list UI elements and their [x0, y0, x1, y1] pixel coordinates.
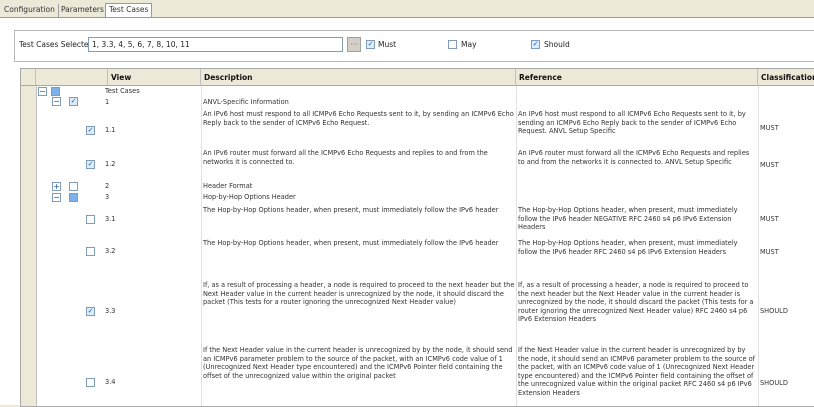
- tab-parameters[interactable]: Parameters: [58, 4, 108, 17]
- collapse-icon[interactable]: −: [52, 193, 61, 202]
- row-classification: MUST: [760, 124, 779, 132]
- tree-column-header: [36, 69, 108, 86]
- row-description: An IPv6 host must respond to all ICMPv6 …: [203, 110, 514, 127]
- row-checkbox[interactable]: ✓: [86, 160, 95, 169]
- row-checkbox[interactable]: [86, 378, 95, 387]
- row-view: Test Cases: [105, 87, 140, 95]
- row-checkbox[interactable]: [69, 193, 78, 202]
- may-checkbox[interactable]: [448, 40, 457, 49]
- row-view: 3: [105, 193, 110, 201]
- row-checkbox[interactable]: ✓: [69, 97, 78, 106]
- row-reference: An IPv6 host must respond to all ICMPv6 …: [518, 110, 746, 136]
- row-checkbox[interactable]: [69, 182, 78, 191]
- row-reference: The Hop-by-Hop Options header, when pres…: [518, 239, 738, 256]
- test-case-tree-grid: View Description Reference Classificatio…: [20, 68, 814, 407]
- row-classification: SHOULD: [760, 379, 788, 387]
- row-header-corner: [21, 69, 36, 86]
- row-description: If the Next Header value in the current …: [203, 346, 513, 380]
- column-divider: [201, 86, 202, 406]
- row-reference: If the Next Header value in the current …: [518, 346, 755, 397]
- tab-strip: Configuration Parameters Test Cases: [0, 0, 814, 18]
- row-checkbox[interactable]: [51, 87, 60, 96]
- row-classification: MUST: [760, 161, 779, 169]
- row-description: If, as a result of processing a header, …: [203, 281, 515, 307]
- test-cases-panel: Test Cases Selected 1, 3.3, 4, 5, 6, 7, …: [0, 17, 814, 407]
- row-view: 3.3: [105, 307, 116, 315]
- row-description: The Hop-by-Hop Options header, when pres…: [203, 239, 499, 247]
- row-description: The Hop-by-Hop Options header, when pres…: [203, 206, 499, 214]
- row-header-gutter: [21, 86, 37, 406]
- row-description: An IPv6 router must forward all the ICMP…: [203, 149, 488, 166]
- expand-icon[interactable]: +: [52, 182, 61, 191]
- column-header-description[interactable]: Description: [201, 69, 516, 86]
- must-label: Must: [378, 40, 397, 49]
- row-view: 3.4: [105, 378, 116, 386]
- tab-configuration[interactable]: Configuration: [1, 4, 59, 17]
- row-view: 3.2: [105, 247, 116, 255]
- row-reference: An IPv6 router must forward all the ICMP…: [518, 149, 750, 166]
- row-view: 1.1: [105, 126, 116, 134]
- row-classification: MUST: [760, 215, 779, 223]
- collapse-icon[interactable]: −: [52, 97, 61, 106]
- should-label: Should: [544, 40, 570, 49]
- row-classification: SHOULD: [760, 307, 788, 315]
- row-checkbox[interactable]: [86, 215, 95, 224]
- row-description: ANVL-Specific Information: [203, 98, 289, 106]
- row-view: 2: [105, 182, 110, 190]
- test-cases-selected-label: Test Cases Selected: [19, 40, 94, 49]
- tab-test-cases[interactable]: Test Cases: [105, 3, 153, 18]
- test-cases-selected-input[interactable]: 1, 3.3, 4, 5, 6, 7, 8, 10, 11: [88, 37, 343, 52]
- row-classification: MUST: [760, 248, 779, 256]
- test-case-filter-bar: Test Cases Selected 1, 3.3, 4, 5, 6, 7, …: [14, 30, 814, 62]
- row-reference: The Hop-by-Hop Options header, when pres…: [518, 206, 738, 232]
- column-header-reference[interactable]: Reference: [516, 69, 758, 86]
- must-checkbox[interactable]: ✓: [366, 40, 375, 49]
- column-header-classification[interactable]: Classification: [758, 69, 814, 86]
- may-label: May: [461, 40, 477, 49]
- column-divider: [516, 86, 517, 406]
- row-description: Header Format: [203, 182, 253, 190]
- column-divider: [758, 86, 759, 406]
- row-checkbox[interactable]: [86, 247, 95, 256]
- row-checkbox[interactable]: ✓: [86, 126, 95, 135]
- row-view: 1.2: [105, 160, 116, 168]
- should-checkbox[interactable]: ✓: [531, 40, 540, 49]
- row-checkbox[interactable]: ✓: [86, 307, 95, 316]
- row-view: 3.1: [105, 215, 116, 223]
- selection-dropdown-button[interactable]: ⋯: [347, 37, 361, 52]
- row-description: Hop-by-Hop Options Header: [203, 193, 296, 201]
- row-reference: If, as a result of processing a header, …: [518, 281, 754, 324]
- column-header-view[interactable]: View: [108, 69, 201, 86]
- row-view: 1: [105, 98, 110, 106]
- collapse-icon[interactable]: −: [38, 87, 47, 96]
